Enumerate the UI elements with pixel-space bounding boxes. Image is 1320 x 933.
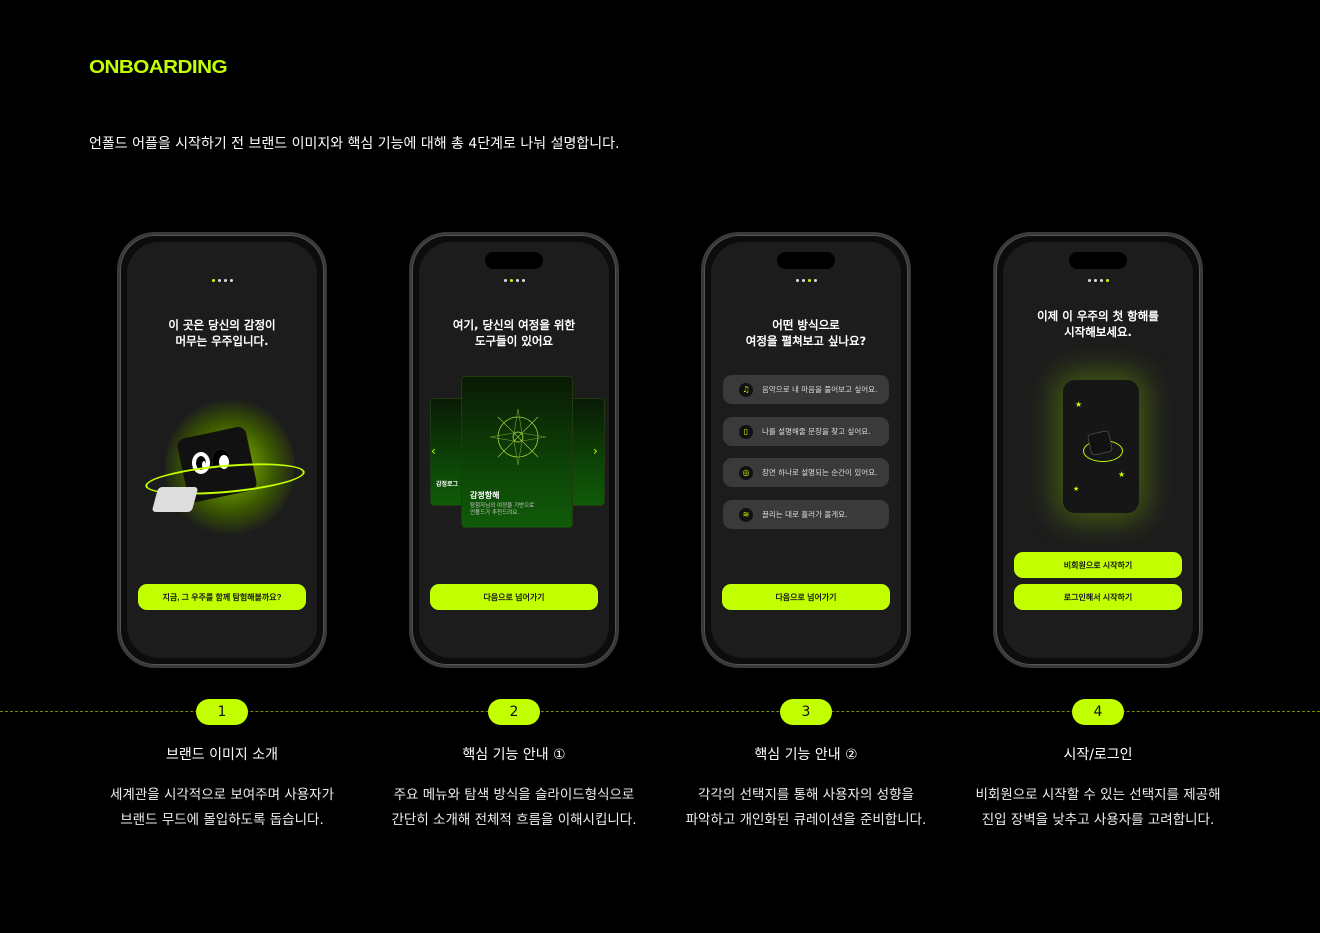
chevron-left-icon[interactable]: ‹ <box>431 444 436 458</box>
step-title: 핵심 기능 안내 ① <box>462 747 566 763</box>
onboarding-title: 여기, 당신의 여정을 위한도구들이 있어요 <box>419 317 609 349</box>
onboarding-title: 이 곳은 당신의 감정이머무는 우주입니다. <box>127 317 317 349</box>
page-indicator <box>127 279 317 282</box>
feature-card[interactable]: 감정항해 탐험자님의 여정을 기반으로 언폴드가 추천드려요. <box>461 376 573 528</box>
star-icon: ★ <box>1075 400 1083 409</box>
explore-button[interactable]: 지금, 그 우주를 함께 탐험해볼까요? <box>138 584 306 610</box>
title-line: 시작해보세요. <box>1064 325 1132 339</box>
step-description: 세계관을 시각적으로 보여주며 사용자가브랜드 무드에 몰입하도록 돕습니다. <box>77 783 367 833</box>
card-description: 탐험자님의 여정을 기반으로 언폴드가 추천드려요. <box>470 503 534 517</box>
music-note-icon: ♫ <box>739 382 753 397</box>
card-title: 감정항해 <box>470 491 500 500</box>
step-title: 시작/로그인 <box>1063 747 1133 763</box>
title-line: 여정을 펼쳐보고 싶나요? <box>745 334 867 348</box>
next-button[interactable]: 다음으로 넘어가기 <box>430 584 598 610</box>
side-card-title: 감정로그 <box>436 481 459 488</box>
title-line: 머무는 우주입니다. <box>175 334 269 348</box>
section-logo: ONBOARDING <box>89 57 228 77</box>
option-flow[interactable]: ≋ 끌리는 대로 흘러가 볼게요. <box>723 500 889 529</box>
film-reel-icon: ◎ <box>739 465 753 480</box>
title-line: 어떤 방식으로 <box>772 318 840 332</box>
title-line: 도구들이 있어요 <box>474 334 554 348</box>
book-icon: ▯ <box>739 424 753 439</box>
option-label: 나를 설명해줄 문장을 찾고 싶어요. <box>762 427 871 436</box>
desc-line: 파악하고 개인화된 큐레이션을 준비합니다. <box>685 812 927 828</box>
desc-line: 브랜드 무드에 몰입하도록 돕습니다. <box>120 812 324 828</box>
onboarding-title: 이제 이 우주의 첫 항해를시작해보세요. <box>1003 308 1193 340</box>
phone-features-2: 어떤 방식으로여정을 펼쳐보고 싶나요? ♫ 음악으로 내 마음을 풀어보고 싶어… <box>701 232 911 668</box>
dynamic-island <box>1069 252 1127 269</box>
desc-line: 간단히 소개해 전체적 흐름을 이해시킵니다. <box>391 812 637 828</box>
title-line: 이 곳은 당신의 감정이 <box>168 318 276 332</box>
option-label: 끌리는 대로 흘러가 볼게요. <box>762 510 848 519</box>
step-badge: 2 <box>488 699 540 725</box>
title-line: 여기, 당신의 여정을 위한 <box>452 318 576 332</box>
star-icon: ★ <box>1073 485 1080 493</box>
step-badge: 3 <box>780 699 832 725</box>
intro-text: 언폴드 어플을 시작하기 전 브랜드 이미지와 핵심 기능에 대해 총 4단계로… <box>89 136 620 152</box>
next-button[interactable]: 다음으로 넘어가기 <box>722 584 890 610</box>
phone-brand: 이 곳은 당신의 감정이머무는 우주입니다. 지금, 그 우주를 함께 탐험해볼… <box>117 232 327 668</box>
compass-icon <box>489 408 547 466</box>
mini-phone-illustration: ★ ★ ★ <box>1063 380 1139 513</box>
star-icon: ★ <box>1118 470 1126 479</box>
step-title: 핵심 기능 안내 ② <box>754 747 858 763</box>
card-desc-line: 언폴드가 추천드려요. <box>470 510 520 516</box>
dynamic-island <box>777 252 835 269</box>
desc-line: 비회원으로 시작할 수 있는 선택지를 제공해 <box>975 787 1221 803</box>
onboarding-title: 어떤 방식으로여정을 펼쳐보고 싶나요? <box>711 317 901 349</box>
card-desc-line: 탐험자님의 여정을 기반으로 <box>470 503 535 509</box>
phone-features-1: 여기, 당신의 여정을 위한도구들이 있어요 감정로그 감정항해 탐험자님의 여… <box>409 232 619 668</box>
chevron-right-icon[interactable]: › <box>593 444 598 458</box>
page-indicator <box>419 279 609 282</box>
option-label: 음악으로 내 마음을 풀어보고 싶어요. <box>762 385 878 394</box>
option-sentence[interactable]: ▯ 나를 설명해줄 문장을 찾고 싶어요. <box>723 417 889 446</box>
desc-line: 주요 메뉴와 탐색 방식을 슬라이드형식으로 <box>393 787 635 803</box>
desc-line: 각각의 선택지를 통해 사용자의 성향을 <box>698 787 914 803</box>
step-badge: 4 <box>1072 699 1124 725</box>
step-title: 브랜드 이미지 소개 <box>166 747 278 763</box>
step-description: 주요 메뉴와 탐색 방식을 슬라이드형식으로간단히 소개해 전체적 흐름을 이해… <box>379 783 649 833</box>
option-label: 장면 하나로 설명되는 순간이 있어요. <box>762 468 878 477</box>
guest-start-button[interactable]: 비회원으로 시작하기 <box>1014 552 1182 578</box>
option-scene[interactable]: ◎ 장면 하나로 설명되는 순간이 있어요. <box>723 458 889 487</box>
page-indicator <box>1003 279 1193 282</box>
desc-line: 세계관을 시각적으로 보여주며 사용자가 <box>109 787 334 803</box>
flow-lines-icon: ≋ <box>739 507 753 522</box>
login-start-button[interactable]: 로그인해서 시작하기 <box>1014 584 1182 610</box>
title-line: 이제 이 우주의 첫 항해를 <box>1037 309 1159 323</box>
dynamic-island <box>485 252 543 269</box>
step-description: 비회원으로 시작할 수 있는 선택지를 제공해진입 장벽을 낮추고 사용자를 고… <box>953 783 1243 833</box>
page-indicator <box>711 279 901 282</box>
phone-start-login: 이제 이 우주의 첫 항해를시작해보세요. ★ ★ ★ 비회원으로 시작하기 로… <box>993 232 1203 668</box>
desc-line: 진입 장벽을 낮추고 사용자를 고려합니다. <box>981 812 1215 828</box>
option-music[interactable]: ♫ 음악으로 내 마음을 풀어보고 싶어요. <box>723 375 889 404</box>
step-badge: 1 <box>196 699 248 725</box>
mascot-illustration <box>137 387 313 557</box>
step-description: 각각의 선택지를 통해 사용자의 성향을파악하고 개인화된 큐레이션을 준비합니… <box>671 783 941 833</box>
